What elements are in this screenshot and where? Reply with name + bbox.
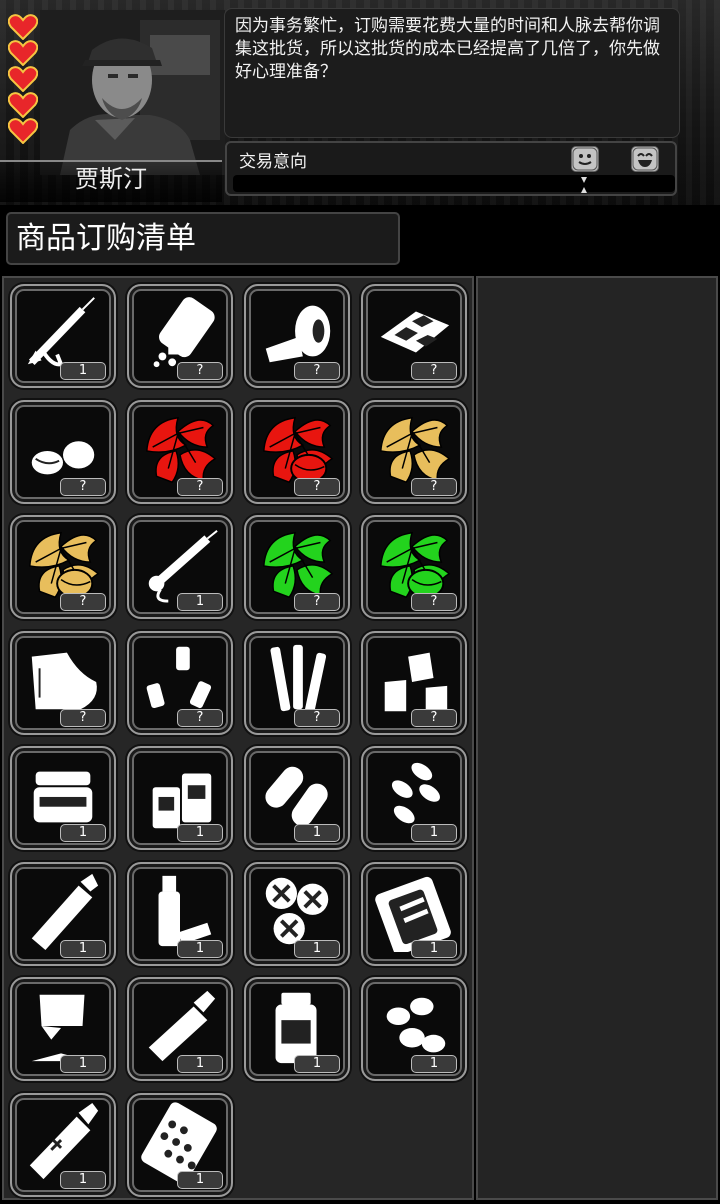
item-count-badge: ? xyxy=(60,709,106,727)
item-count-badge: ? xyxy=(177,478,223,496)
order-item-slot[interactable]: 1 xyxy=(244,862,350,966)
order-item-slot[interactable]: ? xyxy=(244,515,350,619)
order-item-slot[interactable]: ? xyxy=(361,631,467,735)
item-count-badge: ? xyxy=(294,709,340,727)
order-item-slot[interactable]: ? xyxy=(361,515,467,619)
order-item-slot[interactable]: 1 xyxy=(361,746,467,850)
item-count-badge: ? xyxy=(60,593,106,611)
item-count-badge: 1 xyxy=(177,940,223,958)
item-count-badge: 1 xyxy=(60,1055,106,1073)
item-count-badge: 1 xyxy=(60,940,106,958)
order-item-slot[interactable]: 1 xyxy=(10,977,116,1081)
npc-name: 贾斯汀 xyxy=(75,165,147,193)
item-count-badge: 1 xyxy=(294,1055,340,1073)
item-count-badge: ? xyxy=(294,593,340,611)
heart-icon xyxy=(8,14,38,40)
order-item-slot[interactable]: ? xyxy=(127,631,233,735)
order-item-slot[interactable]: 1 xyxy=(127,515,233,619)
order-item-slot[interactable]: 1 xyxy=(127,746,233,850)
heart-icon xyxy=(8,92,38,118)
order-item-slot[interactable]: ? xyxy=(244,631,350,735)
item-count-badge: ? xyxy=(411,478,457,496)
item-count-badge: 1 xyxy=(294,940,340,958)
heart-icon xyxy=(8,118,38,144)
heart-icon xyxy=(8,40,38,66)
npc-portrait xyxy=(40,10,225,175)
order-item-slot[interactable]: ? xyxy=(127,400,233,504)
order-item-slot[interactable]: ? xyxy=(10,631,116,735)
order-item-slot[interactable]: 1 xyxy=(10,1093,116,1197)
order-item-slot[interactable]: 1 xyxy=(244,746,350,850)
item-count-badge: 1 xyxy=(177,1055,223,1073)
item-count-badge: ? xyxy=(60,478,106,496)
order-item-slot[interactable]: ? xyxy=(244,284,350,388)
item-count-badge: 1 xyxy=(60,1171,106,1189)
item-count-badge: ? xyxy=(177,709,223,727)
order-item-slot[interactable]: 1 xyxy=(127,1093,233,1197)
heart-icon xyxy=(8,66,38,92)
item-count-badge: ? xyxy=(294,362,340,380)
item-detail-panel xyxy=(476,276,718,1200)
item-count-badge: 1 xyxy=(294,824,340,842)
happy-face-icon xyxy=(631,146,659,172)
order-title: 商品订购清单 xyxy=(16,221,196,256)
order-item-slot[interactable]: 1 xyxy=(10,284,116,388)
item-count-badge: ? xyxy=(411,593,457,611)
item-count-badge: 1 xyxy=(411,1055,457,1073)
dialog-box: 因为事务繁忙，订购需要花费大量的时间和人脉去帮你调集这批货，所以这批货的成本已经… xyxy=(224,8,680,138)
order-item-slot[interactable]: 1 xyxy=(361,862,467,966)
order-item-slot[interactable]: 1 xyxy=(244,977,350,1081)
trade-intent-marker xyxy=(581,177,587,193)
item-count-badge: 1 xyxy=(60,824,106,842)
item-count-badge: 1 xyxy=(60,362,106,380)
neutral-face-icon xyxy=(571,146,599,172)
item-count-badge: 1 xyxy=(177,593,223,611)
order-item-slot[interactable]: 1 xyxy=(10,862,116,966)
item-count-badge: 1 xyxy=(411,824,457,842)
order-item-slot[interactable]: 1 xyxy=(10,746,116,850)
item-count-badge: ? xyxy=(294,478,340,496)
order-item-slot[interactable]: ? xyxy=(244,400,350,504)
order-item-slot[interactable]: ? xyxy=(127,284,233,388)
item-count-badge: 1 xyxy=(177,1171,223,1189)
item-count-badge: ? xyxy=(411,709,457,727)
order-title-box: 商品订购清单 xyxy=(6,212,400,265)
trade-intent-bar xyxy=(233,175,675,192)
item-count-badge: 1 xyxy=(411,940,457,958)
order-item-slot[interactable]: ? xyxy=(361,284,467,388)
order-item-slot[interactable]: ? xyxy=(10,400,116,504)
order-item-slot[interactable]: 1 xyxy=(127,862,233,966)
order-item-slot[interactable]: ? xyxy=(10,515,116,619)
item-count-badge: 1 xyxy=(177,824,223,842)
order-item-slot[interactable]: ? xyxy=(361,400,467,504)
trade-intent-label: 交易意向 xyxy=(239,152,307,172)
item-count-badge: ? xyxy=(411,362,457,380)
npc-header: 贾斯汀 因为事务繁忙，订购需要花费大量的时间和人脉去帮你调集这批货，所以这批货的… xyxy=(0,0,720,205)
affection-hearts xyxy=(8,14,42,144)
order-item-slot[interactable]: 1 xyxy=(127,977,233,1081)
order-item-slot[interactable]: 1 xyxy=(361,977,467,1081)
trade-intent-panel: 交易意向 xyxy=(225,141,677,196)
item-count-badge: ? xyxy=(177,362,223,380)
